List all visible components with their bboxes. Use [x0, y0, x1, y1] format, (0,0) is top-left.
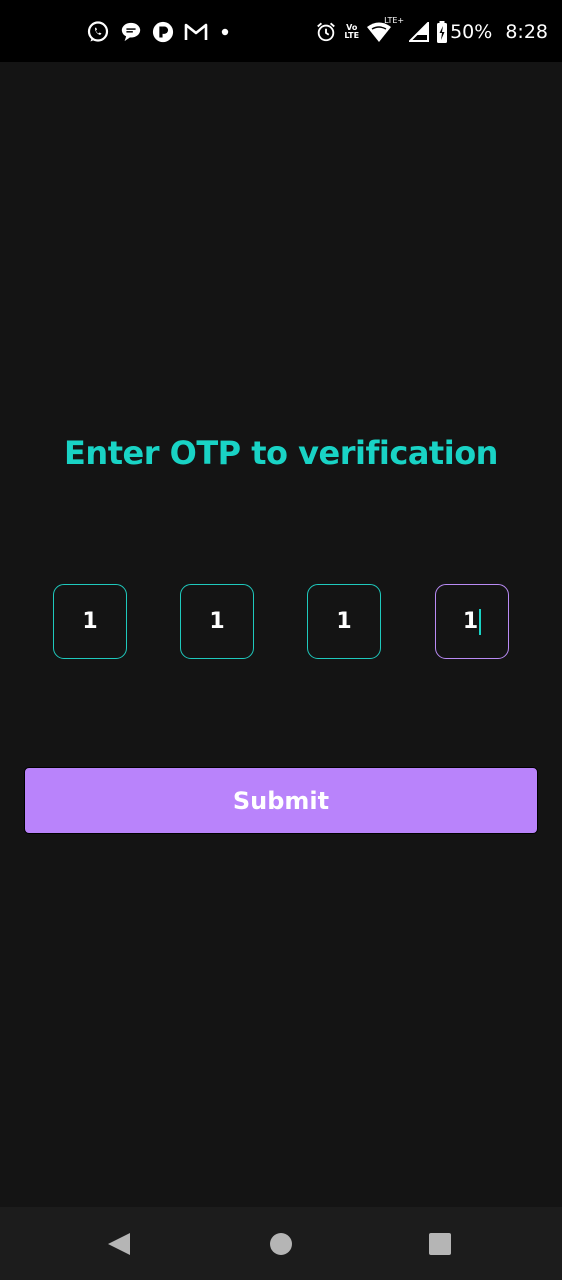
- whatsapp-icon: [86, 20, 110, 44]
- back-triangle-icon[interactable]: [106, 1231, 132, 1261]
- more-notifications-dot-icon: [218, 25, 232, 39]
- battery-charging-icon: [436, 21, 448, 43]
- cell-signal-icon: [409, 22, 430, 42]
- volte-icon: Vo LTE: [344, 23, 360, 40]
- otp-digit-1-input[interactable]: 1: [53, 584, 127, 659]
- otp-digit-2-value: 1: [209, 609, 225, 634]
- wifi-icon: LTE+: [366, 17, 404, 43]
- otp-digit-1-value: 1: [82, 609, 98, 634]
- otp-digit-4-value: 1: [462, 609, 479, 634]
- lte-plus-label: LTE+: [384, 16, 405, 25]
- battery-percent: 50%: [450, 21, 493, 43]
- notification-icons: [86, 19, 232, 45]
- gmail-icon: [184, 22, 208, 42]
- otp-digit-3-input[interactable]: 1: [307, 584, 381, 659]
- chat-bubble-icon: [120, 21, 142, 43]
- clock: 8:28: [505, 21, 548, 43]
- submit-button-label: Submit: [232, 786, 330, 815]
- otp-digit-3-value: 1: [336, 609, 352, 634]
- navigation-bar: [0, 1207, 562, 1280]
- home-circle-icon[interactable]: [269, 1231, 293, 1261]
- recents-square-icon[interactable]: [428, 1231, 452, 1261]
- battery-status: 50%: [436, 21, 492, 43]
- status-bar: Vo LTE LTE+ 50% 8:28: [0, 0, 562, 62]
- app-notification-icon: [152, 21, 174, 43]
- system-status-icons: Vo LTE LTE+ 50% 8:28: [315, 17, 548, 45]
- otp-digit-2-input[interactable]: 1: [180, 584, 254, 659]
- text-cursor: [479, 608, 482, 635]
- page-title: Enter OTP to verification: [64, 434, 498, 472]
- alarm-icon: [315, 21, 337, 43]
- submit-button[interactable]: Submit: [24, 767, 538, 834]
- otp-digit-4-input[interactable]: 1: [435, 584, 509, 659]
